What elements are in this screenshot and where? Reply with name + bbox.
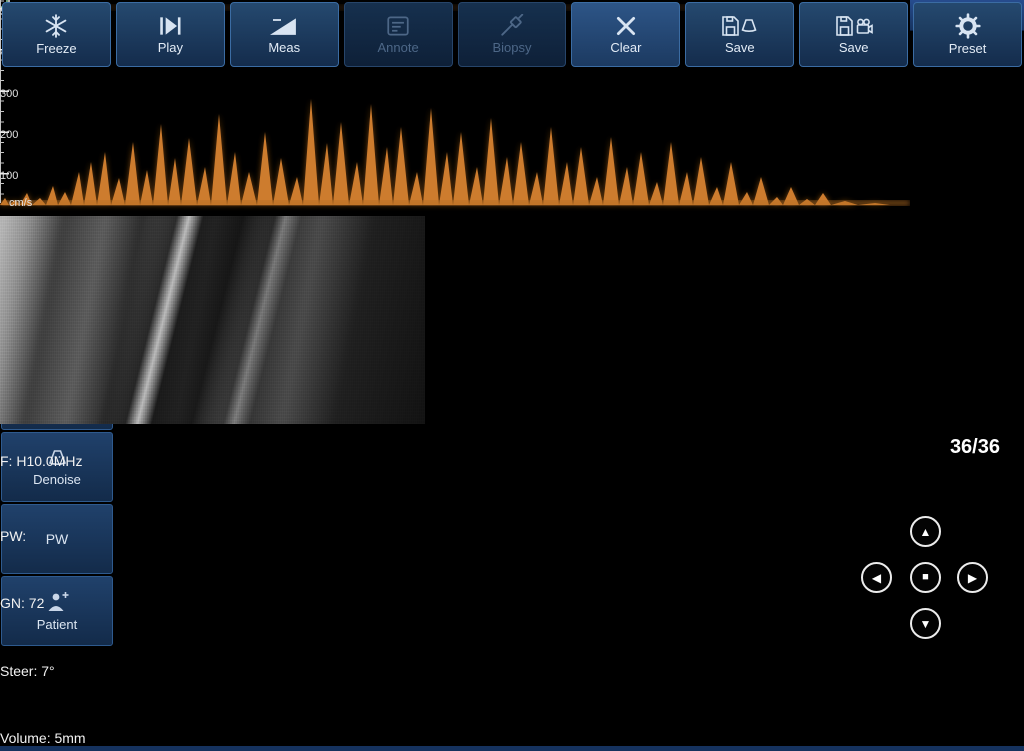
save-image-button[interactable]: Save xyxy=(685,2,794,67)
toolbar-item-label: Preset xyxy=(949,41,987,56)
toolbar-item-label: Freeze xyxy=(36,41,76,56)
x-icon xyxy=(614,14,638,38)
cine-next-button[interactable]: ▶ xyxy=(957,562,988,593)
cine-down-button[interactable]: ▼ xyxy=(910,608,941,639)
gear-icon xyxy=(955,13,981,39)
scale-label: 300 xyxy=(0,88,18,100)
needle-icon xyxy=(499,14,525,38)
toolbar-item-label: Biopsy xyxy=(492,40,531,55)
play-button[interactable]: Play xyxy=(116,2,225,67)
freeze-button[interactable]: Freeze xyxy=(2,2,111,67)
param-pw-header: PW: xyxy=(0,525,130,548)
param-frequency: F: H10.0MHz xyxy=(0,450,130,473)
toolbar-item-label: Save xyxy=(839,40,869,55)
measure-button[interactable]: Meas xyxy=(230,2,339,67)
annotate-button[interactable]: Annote xyxy=(344,2,453,67)
clear-button[interactable]: Clear xyxy=(571,2,680,67)
cine-up-button[interactable]: ▲ xyxy=(910,516,941,547)
floppy-image-icon xyxy=(721,14,759,38)
toolbar-item-label: Save xyxy=(725,40,755,55)
scale-label: 100 xyxy=(0,170,18,182)
bottom-edge-strip xyxy=(0,746,1024,751)
bottom-toolbar: Freeze Play Meas xyxy=(0,0,1024,67)
param-steer: Steer: 7° xyxy=(0,660,130,683)
ultrasound-app: SX-8CT GRCBGK093 Thyroid 3.5.0 Gain+ xyxy=(0,0,1024,751)
toolbar-item-label: Clear xyxy=(610,40,641,55)
frame-counter: 36/36 xyxy=(950,436,1000,459)
scale-unit-label: cm/s xyxy=(9,197,32,209)
toolbar-item-label: Annote xyxy=(378,40,419,55)
toolbar-item-label: Play xyxy=(158,40,183,55)
snowflake-icon xyxy=(43,13,69,39)
cine-prev-button[interactable]: ◀ xyxy=(861,562,892,593)
floppy-cine-icon xyxy=(835,14,873,38)
save-cine-button[interactable]: Save xyxy=(799,2,908,67)
biopsy-button[interactable]: Biopsy xyxy=(458,2,567,67)
caliper-ramp-icon xyxy=(270,14,298,38)
scale-label: 200 xyxy=(0,129,18,141)
toolbar-item-label: Meas xyxy=(268,40,300,55)
param-pw-gain: GN: 72 xyxy=(0,592,130,615)
annotation-note-icon xyxy=(385,14,411,38)
play-frame-icon xyxy=(157,14,183,38)
cine-stop-button[interactable]: ■ xyxy=(910,562,941,593)
preset-button[interactable]: Preset xyxy=(913,2,1022,67)
